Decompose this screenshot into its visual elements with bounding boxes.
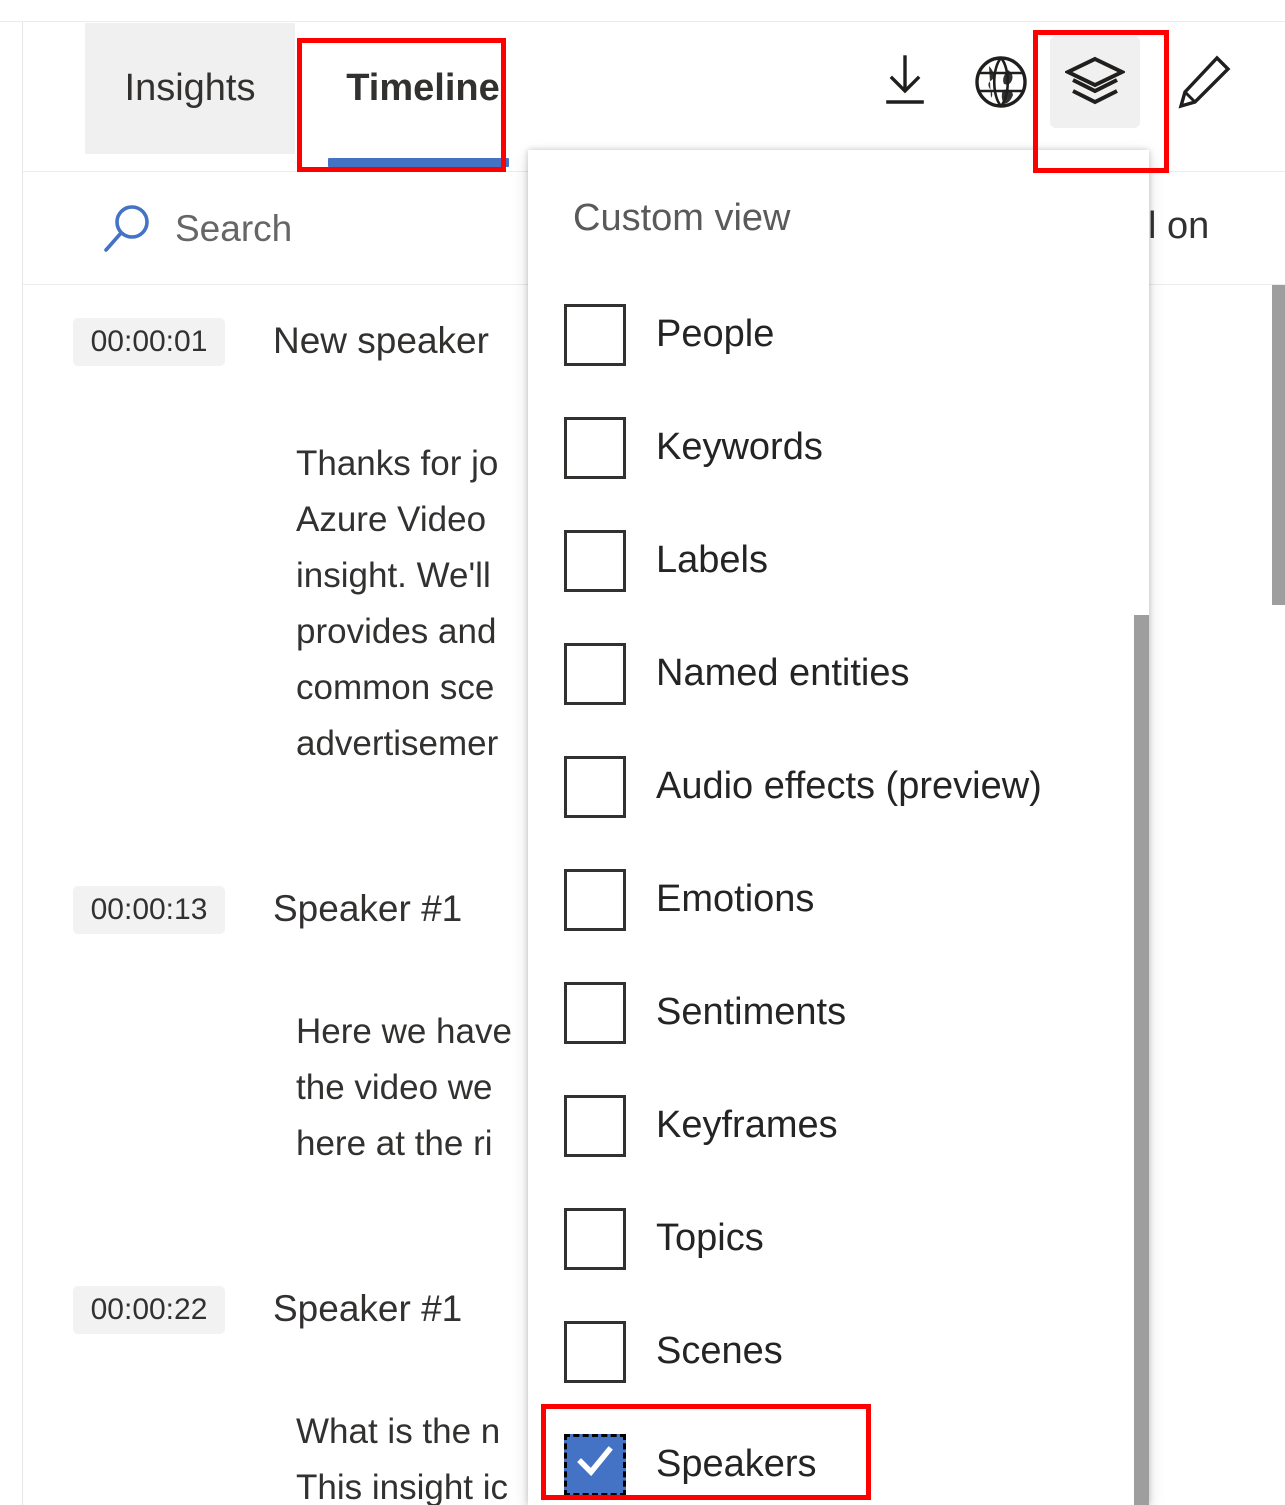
option-label: Emotions <box>656 878 815 920</box>
checkbox-unchecked-icon[interactable] <box>564 416 626 479</box>
speaker-label: New speaker <box>273 320 489 361</box>
option-label: Labels <box>656 539 768 581</box>
speaker-label: Speaker #1 <box>273 1288 463 1329</box>
option-label: Audio effects (preview) <box>656 765 1042 807</box>
tab-insights-label: Insights <box>124 67 256 109</box>
timestamp-label: 00:00:01 <box>90 325 208 358</box>
top-strip <box>0 0 1285 22</box>
custom-view-option-audio-effects[interactable]: Audio effects (preview) <box>528 730 1149 843</box>
custom-view-option-emotions[interactable]: Emotions <box>528 843 1149 956</box>
timestamp-badge[interactable]: 00:00:22 <box>73 1286 225 1334</box>
pencil-icon <box>1177 53 1233 111</box>
page-scrollbar-thumb[interactable] <box>1272 285 1285 605</box>
checkbox-unchecked-icon[interactable] <box>564 529 626 592</box>
custom-view-option-sentiments[interactable]: Sentiments <box>528 956 1149 1069</box>
custom-view-option-named-entities[interactable]: Named entities <box>528 617 1149 730</box>
checkmark-icon <box>577 1445 613 1476</box>
custom-view-option-list: People Keywords Labels Named entities Au… <box>528 278 1149 1505</box>
checkbox-unchecked-icon[interactable] <box>564 755 626 818</box>
download-icon <box>879 54 931 110</box>
checkbox-checked-icon[interactable] <box>564 1433 626 1496</box>
tab-insights[interactable]: Insights <box>85 23 295 154</box>
option-label: People <box>656 313 775 355</box>
timestamp-label: 00:00:13 <box>90 893 208 926</box>
custom-view-option-keywords[interactable]: Keywords <box>528 391 1149 504</box>
timeline-toolbar <box>860 36 1260 146</box>
option-label: Scenes <box>656 1330 783 1372</box>
edit-button[interactable] <box>1160 36 1250 128</box>
download-button[interactable] <box>860 36 950 128</box>
checkbox-unchecked-icon[interactable] <box>564 1207 626 1270</box>
checkbox-unchecked-icon[interactable] <box>564 642 626 705</box>
timestamp-label: 00:00:22 <box>90 1293 208 1326</box>
translate-language-button[interactable] <box>956 36 1046 128</box>
custom-view-option-scenes[interactable]: Scenes <box>528 1295 1149 1408</box>
checkbox-unchecked-icon[interactable] <box>564 303 626 366</box>
custom-view-title: Custom view <box>573 197 791 239</box>
option-label: Keywords <box>656 426 823 468</box>
layers-icon <box>1065 56 1125 108</box>
option-label: Named entities <box>656 652 910 694</box>
checkbox-unchecked-icon[interactable] <box>564 868 626 931</box>
option-label: Speakers <box>656 1443 817 1485</box>
timestamp-badge[interactable]: 00:00:01 <box>73 318 225 366</box>
option-label: Topics <box>656 1217 764 1259</box>
custom-view-option-topics[interactable]: Topics <box>528 1182 1149 1295</box>
truncated-right-text: l on <box>1148 205 1210 247</box>
custom-view-option-people[interactable]: People <box>528 278 1149 391</box>
search-input[interactable] <box>173 199 537 259</box>
speaker-label: Speaker #1 <box>273 888 463 929</box>
option-label: Keyframes <box>656 1104 838 1146</box>
checkbox-unchecked-icon[interactable] <box>564 981 626 1044</box>
search-icon <box>101 200 157 256</box>
checkbox-unchecked-icon[interactable] <box>564 1094 626 1157</box>
globe-icon <box>973 54 1029 110</box>
timestamp-badge[interactable]: 00:00:13 <box>73 886 225 934</box>
custom-view-option-speakers[interactable]: Speakers <box>528 1408 1149 1505</box>
tab-timeline[interactable]: Timeline <box>323 23 523 154</box>
video-indexer-timeline-panel: Insights Timeline Search l on 00:00:01 N… <box>0 0 1285 1505</box>
custom-view-option-keyframes[interactable]: Keyframes <box>528 1069 1149 1182</box>
custom-view-option-labels[interactable]: Labels <box>528 504 1149 617</box>
custom-view-dropdown: Custom view People Keywords Labels Named… <box>528 150 1149 1505</box>
option-label: Sentiments <box>656 991 847 1033</box>
tab-timeline-label: Timeline <box>346 67 500 109</box>
dropdown-scrollbar-thumb[interactable] <box>1134 615 1149 1505</box>
tab-timeline-active-indicator <box>328 158 509 167</box>
custom-view-layers-button[interactable] <box>1050 36 1140 128</box>
checkbox-unchecked-icon[interactable] <box>564 1320 626 1383</box>
